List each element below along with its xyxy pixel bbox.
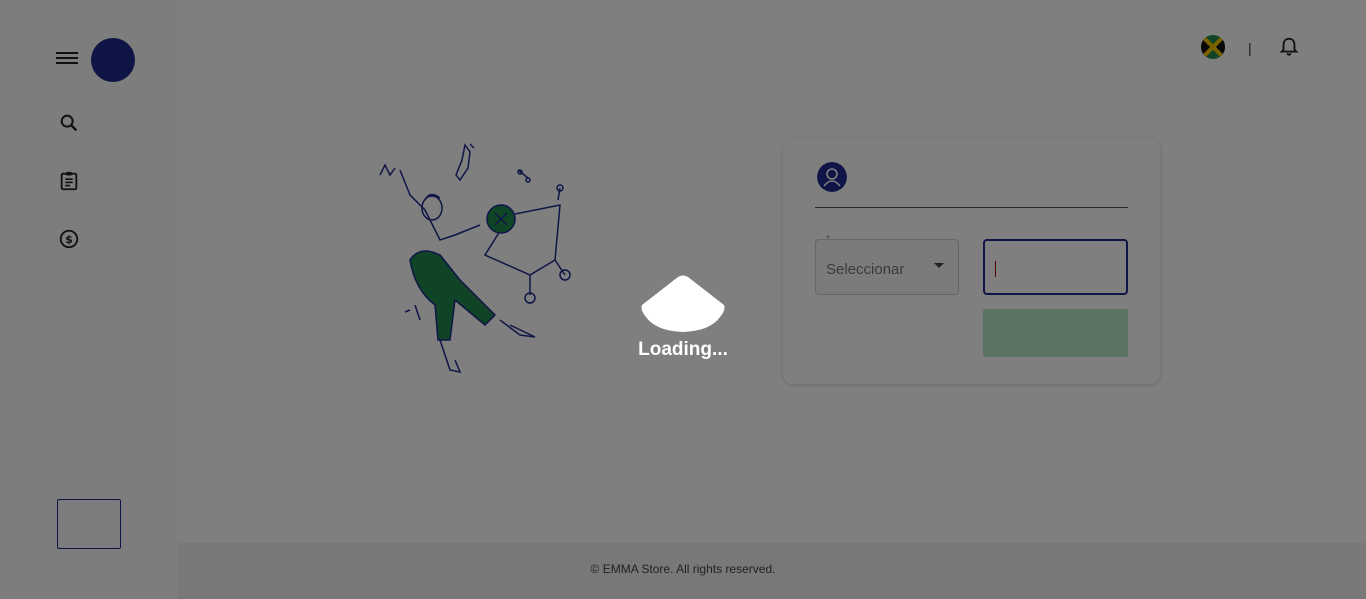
- loading-text: Loading...: [638, 339, 728, 360]
- loading-spinner-icon: [641, 275, 725, 332]
